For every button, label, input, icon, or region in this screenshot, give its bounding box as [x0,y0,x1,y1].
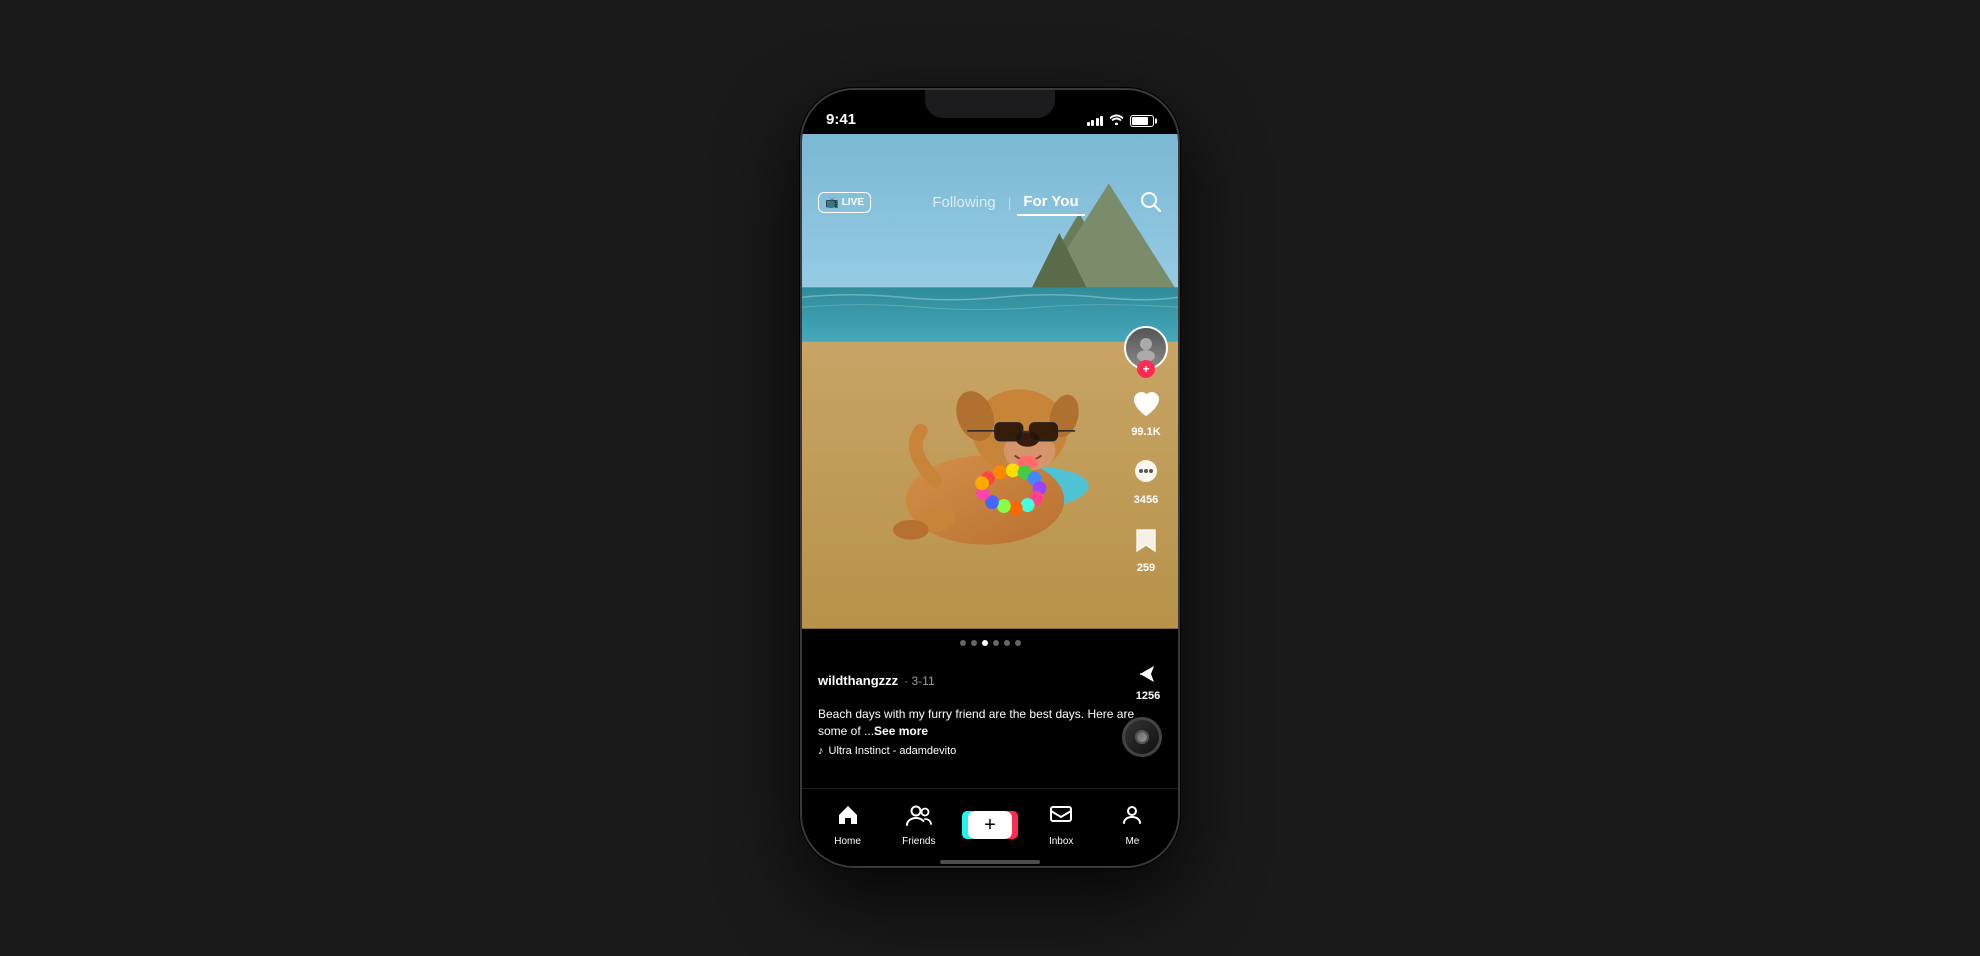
music-note-icon: ♪ [818,745,824,757]
comment-count: 3456 [1134,494,1158,506]
bottom-navigation: Home Friends + [802,788,1178,860]
share-button[interactable]: 1256 [1134,660,1162,702]
bookmark-icon [1131,525,1161,555]
live-label: LIVE [842,197,864,208]
see-more-link[interactable]: See more [874,724,928,738]
dot-2 [971,640,977,646]
share-icon [1134,660,1162,688]
dot-6 [1015,640,1021,646]
creator-avatar-container[interactable]: + [1124,326,1168,370]
music-info[interactable]: ♪ Ultra Instinct - adamdevito [818,745,1162,757]
dot-3 [982,640,988,646]
status-icons [1087,113,1155,128]
profile-icon [1120,803,1144,833]
friends-icon [906,803,932,833]
wifi-icon [1109,113,1124,128]
following-tab[interactable]: Following [926,190,1001,215]
notch [925,90,1055,118]
like-count: 99.1K [1131,426,1160,438]
home-label: Home [834,836,861,847]
comment-button[interactable]: 3456 [1126,452,1166,506]
me-nav-item[interactable]: Me [1097,803,1168,847]
page-indicator [802,634,1178,652]
battery-icon [1130,115,1154,127]
search-icon [1140,191,1162,213]
friends-nav-item[interactable]: Friends [883,803,954,847]
home-icon [836,803,860,833]
bookmark-count: 259 [1137,562,1155,574]
home-indicator-bar [802,860,1178,866]
comment-icon [1130,456,1162,488]
follow-button[interactable]: + [1137,360,1155,378]
tab-divider: | [1008,194,1012,210]
inbox-label: Inbox [1049,836,1073,847]
share-count: 1256 [1136,690,1160,702]
user-info: wildthangzzz · 3-11 [818,673,935,688]
friends-label: Friends [902,836,935,847]
signal-icon [1087,116,1104,126]
dot-1 [960,640,966,646]
dot-4 [993,640,999,646]
me-label: Me [1125,836,1139,847]
dot-5 [1004,640,1010,646]
inbox-icon [1049,803,1073,833]
caption-text: Beach days with my furry friend are the … [818,706,1162,740]
feed-tabs: Following | For You [926,189,1084,216]
add-nav-item[interactable]: + [954,811,1025,839]
tv-icon: 📺 [825,196,839,209]
for-you-tab[interactable]: For You [1017,189,1084,216]
search-button[interactable] [1140,191,1162,213]
top-navigation: 📺 LIVE Following | For You [802,178,1178,226]
music-track: Ultra Instinct - adamdevito [829,745,957,757]
like-button[interactable]: 99.1K [1126,384,1166,438]
status-time: 9:41 [826,111,856,128]
inbox-nav-item[interactable]: Inbox [1026,803,1097,847]
post-date: · 3-11 [904,674,934,688]
home-nav-item[interactable]: Home [812,803,883,847]
app-screen: 📺 LIVE Following | For You [802,134,1178,866]
caption-section: wildthangzzz · 3-11 1256 Beach days with… [802,652,1178,768]
bookmark-button[interactable]: 259 [1126,520,1166,574]
heart-icon [1130,388,1162,420]
username[interactable]: wildthangzzz [818,673,898,688]
add-icon: + [984,815,996,835]
phone-frame: 9:41 [800,88,1180,868]
action-buttons: + 99.1K [1124,326,1168,574]
live-button[interactable]: 📺 LIVE [818,192,871,213]
